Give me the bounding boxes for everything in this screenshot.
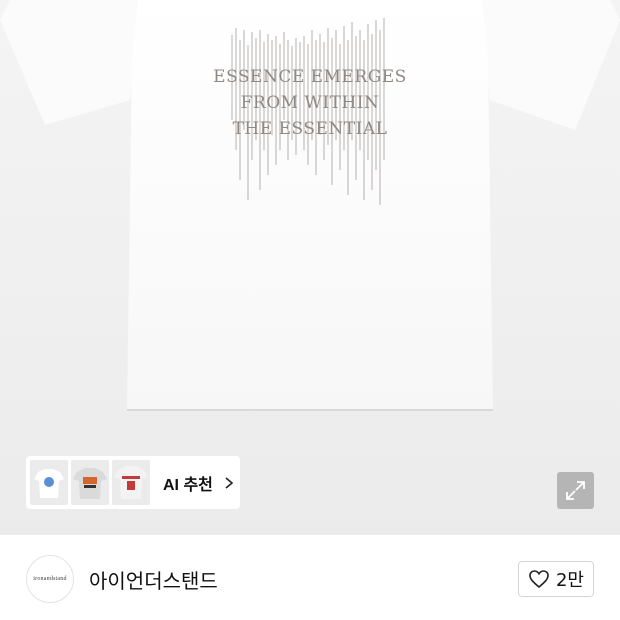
product-image[interactable]: ESSENCE EMERGES FROM WITHIN THE ESSENTIA… [0,0,620,535]
print-line-3: THE ESSENTIAL [232,119,388,139]
like-button[interactable]: 2만 [518,561,594,597]
heart-icon [529,570,549,589]
store-avatar[interactable]: ironandstand [26,555,74,603]
store-name[interactable]: 아이언더스탠드 [89,565,218,594]
print-line-1: ESSENCE EMERGES [213,67,407,87]
ai-recommend-label: AI 추천 [163,476,213,494]
recommend-thumbnail-3[interactable] [112,460,150,505]
chevron-right-icon [225,476,234,489]
recommend-thumbnail-2[interactable] [71,460,109,505]
shirt-print-text: ESSENCE EMERGES FROM WITHIN THE ESSENTIA… [205,64,415,142]
like-count: 2만 [555,570,584,591]
store-bar: ironandstand 아이언더스탠드 2만 [0,535,620,620]
ai-recommend-button[interactable]: AI 추천 [26,456,240,509]
print-line-2: FROM WITHIN [240,93,380,113]
expand-icon [566,481,585,500]
expand-image-button[interactable] [557,472,594,509]
recommend-thumbnail-1[interactable] [30,460,68,505]
